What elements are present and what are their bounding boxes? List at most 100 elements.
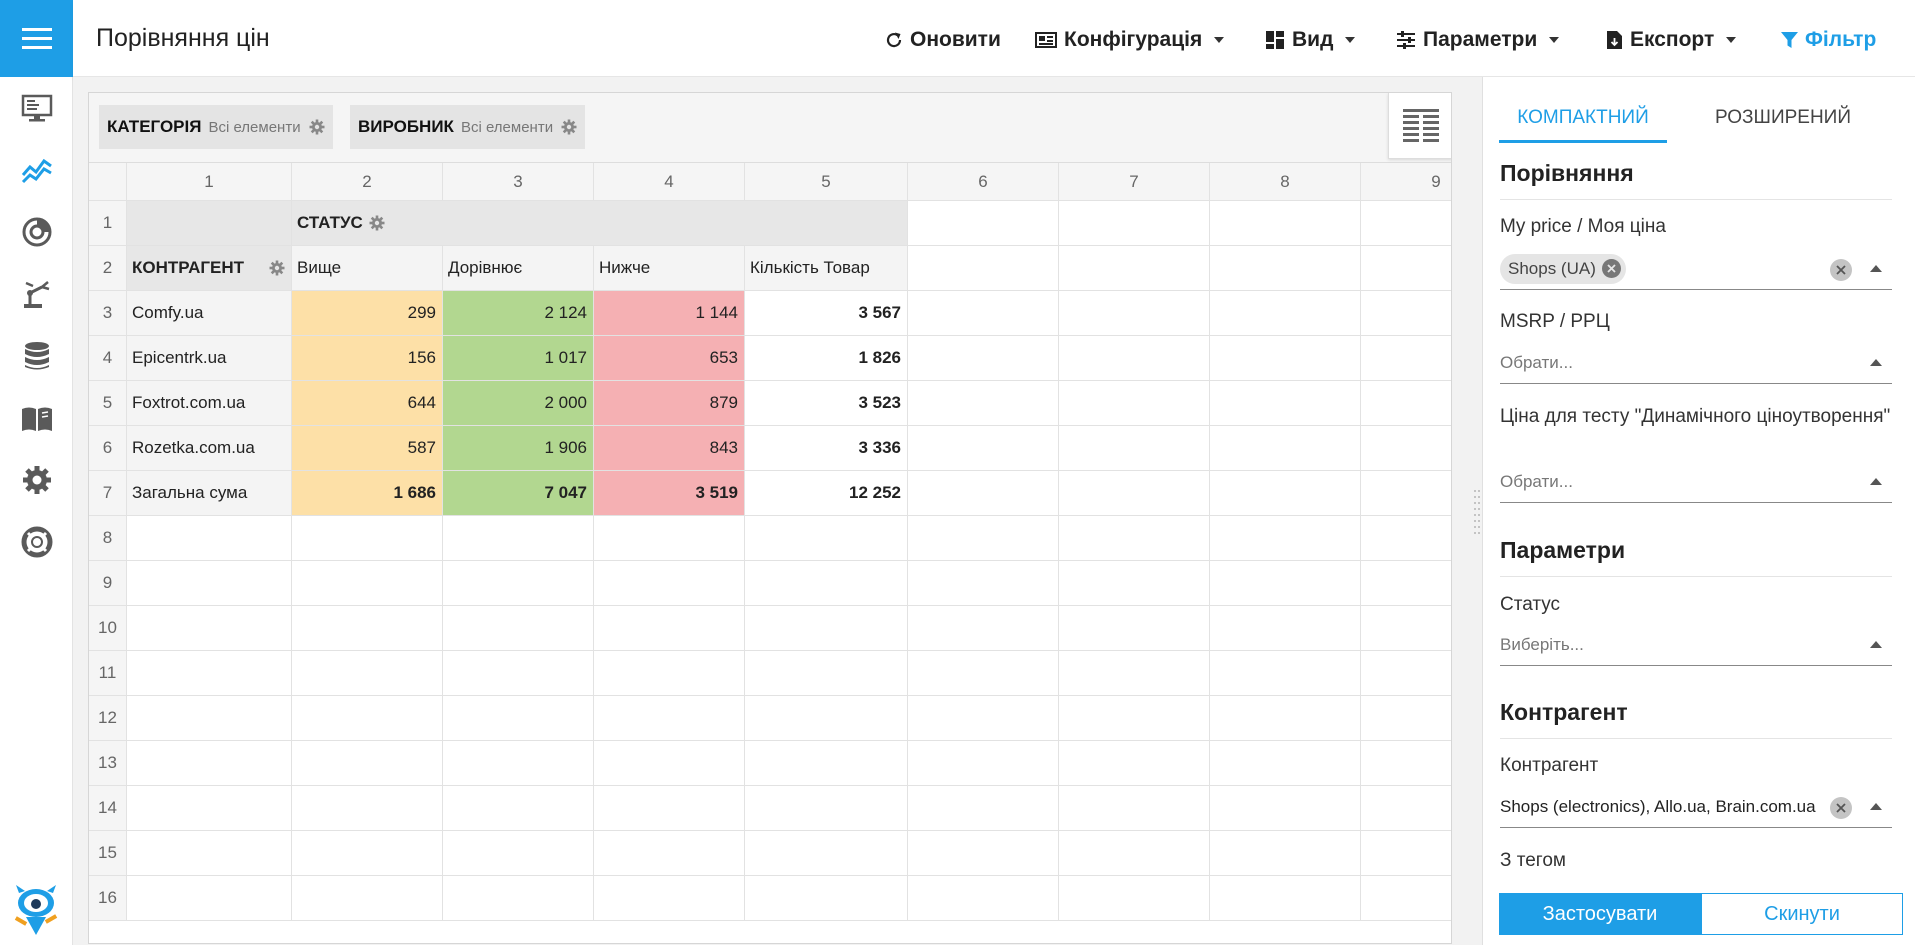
column-number[interactable]: 7 [1059,163,1210,201]
grand-total-cell[interactable]: 7 047 [443,471,594,516]
data-cell[interactable]: 1 017 [443,336,594,381]
grand-total-cell[interactable]: 3 519 [594,471,745,516]
grand-total-cell[interactable]: 12 252 [745,471,908,516]
grand-total-cell[interactable]: 1 686 [292,471,443,516]
grid-layout-button[interactable] [1388,93,1451,159]
column-number[interactable]: 9 [1361,163,1451,201]
column-header[interactable]: Кількість Товар [745,246,908,291]
nav-database[interactable] [0,325,73,387]
refresh-button[interactable]: Оновити [885,27,1001,53]
target-gauge-icon [22,217,51,247]
row-label[interactable]: Epicentrk.ua [127,336,292,381]
data-cell[interactable]: 653 [594,336,745,381]
row-number[interactable]: 15 [89,831,127,876]
tag-remove-icon[interactable] [1601,259,1621,278]
export-dropdown[interactable]: Експорт [1606,27,1737,53]
row-number[interactable]: 3 [89,291,127,336]
chevron-up-icon[interactable] [1870,265,1882,272]
chevron-up-icon[interactable] [1870,641,1882,648]
nav-catalog[interactable] [0,387,73,449]
clear-icon[interactable] [1830,797,1852,819]
counterparty-select[interactable]: Shops (electronics), Allo.ua, Brain.com.… [1500,786,1892,828]
row-number[interactable]: 5 [89,381,127,426]
data-cell[interactable]: 299 [292,291,443,336]
row-total-cell[interactable]: 3 523 [745,381,908,426]
dynamic-price-select[interactable]: Обрати... [1500,461,1892,503]
view-dropdown[interactable]: Вид [1265,27,1356,53]
data-cell[interactable]: 843 [594,426,745,471]
row-number[interactable]: 7 [89,471,127,516]
nav-dashboard[interactable] [0,77,73,139]
column-header[interactable]: Дорівнює [443,246,594,291]
filter-chip-manufacturer[interactable]: ВИРОБНИК Всі елементи [350,105,586,149]
data-cell[interactable]: 2 000 [443,381,594,426]
nav-settings[interactable] [0,449,73,511]
gear-icon[interactable] [369,215,385,231]
tab-extended[interactable]: РОЗШИРЕНИЙ [1683,107,1883,143]
row-number[interactable]: 13 [89,741,127,786]
data-cell[interactable]: 1 906 [443,426,594,471]
nav-parser[interactable] [0,263,73,325]
grand-total-label[interactable]: Загальна сума [127,471,292,516]
data-cell[interactable]: 2 124 [443,291,594,336]
nav-monitoring[interactable] [0,201,73,263]
gear-icon[interactable] [269,260,285,276]
column-number[interactable]: 3 [443,163,594,201]
column-number[interactable]: 1 [127,163,292,201]
nav-analytics[interactable] [0,139,73,201]
row-total-cell[interactable]: 1 826 [745,336,908,381]
column-number[interactable]: 8 [1210,163,1361,201]
chevron-up-icon[interactable] [1870,478,1882,485]
config-dropdown[interactable]: Конфігурація [1035,27,1225,53]
my-price-select[interactable]: Shops (UA) [1500,248,1892,290]
row-number[interactable]: 9 [89,561,127,606]
row-number[interactable]: 1 [89,201,127,246]
menu-button[interactable] [0,0,73,77]
row-number[interactable]: 4 [89,336,127,381]
row-number[interactable]: 12 [89,696,127,741]
row-number[interactable]: 16 [89,876,127,921]
nav-help[interactable] [0,511,73,573]
empty-cell [594,786,745,831]
gear-icon[interactable] [309,119,325,135]
data-cell[interactable]: 156 [292,336,443,381]
row-number[interactable]: 6 [89,426,127,471]
row-number[interactable]: 10 [89,606,127,651]
status-select[interactable]: Виберіть... [1500,624,1892,666]
row-label[interactable]: Foxtrot.com.ua [127,381,292,426]
row-number[interactable]: 2 [89,246,127,291]
data-cell[interactable]: 587 [292,426,443,471]
row-label[interactable]: Comfy.ua [127,291,292,336]
filter-toggle-button[interactable]: Фільтр [1781,27,1876,53]
reset-button[interactable]: Скинути [1701,893,1903,935]
data-cell[interactable]: 1 144 [594,291,745,336]
row-label[interactable]: Rozetka.com.ua [127,426,292,471]
clear-icon[interactable] [1830,259,1852,281]
row-number[interactable]: 11 [89,651,127,696]
row-number[interactable]: 14 [89,786,127,831]
row-number[interactable]: 8 [89,516,127,561]
column-number[interactable]: 4 [594,163,745,201]
tab-compact[interactable]: КОМПАКТНИЙ [1499,77,1667,143]
column-header[interactable]: Вище [292,246,443,291]
row-total-cell[interactable]: 3 336 [745,426,908,471]
column-number[interactable]: 2 [292,163,443,201]
empty-cell [443,786,594,831]
chevron-up-icon[interactable] [1870,359,1882,366]
row-field-header[interactable]: КОНТРАГЕНТ [127,246,292,291]
params-dropdown[interactable]: Параметри [1396,27,1560,53]
column-number[interactable]: 5 [745,163,908,201]
msrp-select[interactable]: Обрати... [1500,342,1892,384]
column-header[interactable]: Нижче [594,246,745,291]
column-number[interactable]: 6 [908,163,1059,201]
gear-icon[interactable] [561,119,577,135]
panel-resize-handle[interactable] [1474,490,1480,534]
apply-button[interactable]: Застосувати [1499,893,1701,935]
data-cell[interactable]: 644 [292,381,443,426]
msrp-placeholder: Обрати... [1500,352,1573,372]
filter-chip-category[interactable]: КАТЕГОРІЯ Всі елементи [99,105,333,149]
chevron-up-icon[interactable] [1870,803,1882,810]
data-cell[interactable]: 879 [594,381,745,426]
row-total-cell[interactable]: 3 567 [745,291,908,336]
column-field-header[interactable]: СТАТУС [292,201,908,246]
